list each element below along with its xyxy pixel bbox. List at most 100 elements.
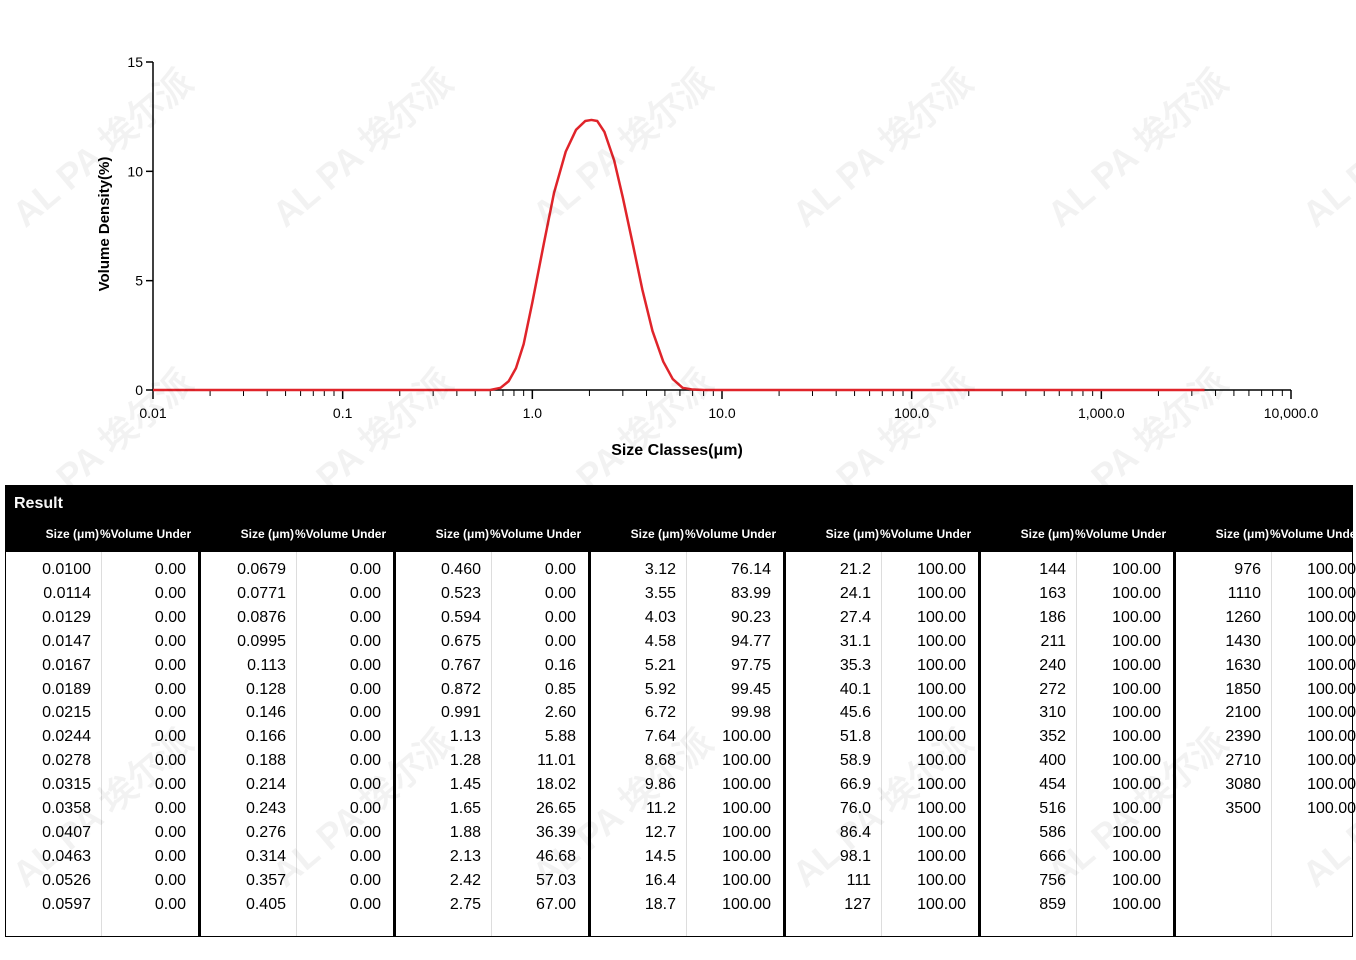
size-cell: 0.0244	[42, 728, 91, 746]
volume-cell: 0.00	[349, 895, 381, 913]
volume-cell: 0.00	[544, 632, 576, 650]
result-group: 144 100.00 163 100.00 186 100.00 211 100.00 240 1…	[978, 552, 1176, 936]
size-cell: 0.166	[245, 728, 286, 746]
size-column-header: Size (μm)	[45, 527, 99, 541]
volume-cell: 100.00	[722, 776, 771, 794]
size-cell: 58.9	[839, 752, 871, 770]
size-cell: 0.214	[245, 776, 286, 794]
volume-cell: 90.23	[730, 608, 771, 626]
volume-cell: 0.00	[349, 800, 381, 817]
size-cell: 21.2	[839, 561, 871, 578]
size-cell: 0.767	[440, 656, 481, 674]
size-cell: 2.75	[449, 895, 481, 913]
size-cell: 0.0189	[42, 680, 91, 698]
size-cell: 3.12	[644, 561, 676, 578]
volume-cell: 67.00	[535, 895, 576, 913]
volume-column-header: %Volume Under	[685, 527, 777, 541]
size-cell: 0.0771	[237, 584, 286, 602]
size-cell: 1.65	[449, 800, 481, 817]
size-cell: 0.146	[245, 704, 286, 722]
volume-cell: 0.00	[349, 632, 381, 650]
volume-cell: 99.45	[730, 680, 771, 698]
volume-cell: 0.00	[349, 871, 381, 889]
size-cell: 0.0876	[237, 608, 286, 626]
size-cell: 0.460	[440, 561, 481, 578]
volume-cell: 99.98	[730, 704, 771, 722]
size-cell: 7.64	[644, 728, 676, 746]
size-cell: 211	[1040, 632, 1066, 650]
volume-cell: 0.00	[349, 752, 381, 770]
volume-cell: 0.00	[349, 561, 381, 578]
volume-cell: 97.75	[730, 656, 771, 674]
volume-cell: 0.00	[349, 680, 381, 698]
size-cell: 0.243	[245, 800, 286, 817]
size-cell: 0.0315	[42, 776, 91, 794]
volume-cell: 100.00	[1307, 632, 1356, 650]
volume-cell: 100.00	[1112, 704, 1161, 722]
size-column-header: Size (μm)	[435, 527, 489, 541]
size-cell: 40.1	[839, 680, 871, 698]
result-group: 21.2 100.00 24.1 100.00 27.4 100.00 31.1 100.00…	[783, 552, 981, 936]
volume-column-header: %Volume Under	[1075, 527, 1167, 541]
volume-cell: 100.00	[917, 632, 966, 650]
result-table: Result Size (μm) %Volume Under Size (μm) %V…	[5, 485, 1356, 937]
volume-cell: 100.00	[1112, 584, 1161, 602]
size-cell: 400	[1039, 752, 1066, 770]
volume-cell: 100.00	[1307, 680, 1356, 698]
x-tick-label: 10.0	[708, 405, 735, 421]
volume-column-header: %Volume Under	[880, 527, 972, 541]
volume-cell: 57.03	[535, 871, 576, 889]
size-cell: 0.0407	[42, 823, 91, 841]
size-cell: 5.92	[644, 680, 676, 698]
volume-cell: 0.00	[154, 632, 186, 650]
y-tick-label: 15	[127, 54, 143, 70]
result-group: 0.0679 0.00 0.0771 0.00 0.0876 0.00 0.0995 0.00…	[198, 552, 396, 936]
size-cell: 18.7	[644, 895, 676, 913]
volume-cell: 100.00	[1307, 800, 1356, 817]
size-cell: 666	[1039, 847, 1066, 865]
volume-cell: 0.16	[544, 656, 576, 674]
volume-cell: 100.00	[917, 752, 966, 770]
size-cell: 186	[1039, 608, 1066, 626]
size-column-header: Size (μm)	[240, 527, 294, 541]
volume-cell: 100.00	[1112, 561, 1161, 578]
x-tick-label: 10,000.0	[1264, 405, 1319, 421]
size-cell: 0.188	[245, 752, 286, 770]
volume-cell: 100.00	[1307, 608, 1356, 626]
volume-cell: 100.00	[917, 847, 966, 865]
volume-cell: 100.00	[722, 871, 771, 889]
size-cell: 0.128	[245, 680, 286, 698]
volume-cell: 100.00	[1112, 656, 1161, 674]
volume-cell: 100.00	[1307, 728, 1356, 746]
y-axis-label: Volume Density(%)	[96, 157, 113, 292]
volume-cell: 11.01	[537, 752, 576, 770]
size-cell: 144	[1039, 561, 1066, 578]
volume-cell: 83.99	[730, 584, 771, 602]
size-cell: 1.88	[449, 823, 481, 841]
size-cell: 6.72	[644, 704, 676, 722]
size-cell: 310	[1039, 704, 1066, 722]
x-tick-label: 0.1	[333, 405, 353, 421]
volume-cell: 0.00	[154, 680, 186, 698]
volume-cell: 0.00	[349, 776, 381, 794]
volume-cell: 18.02	[535, 776, 576, 794]
size-column-header: Size (μm)	[1215, 527, 1269, 541]
size-cell: 0.0358	[42, 800, 91, 817]
x-tick-label: 0.01	[139, 405, 166, 421]
chart-axes	[152, 62, 1291, 391]
size-cell: 0.675	[440, 632, 481, 650]
y-tick-label: 0	[135, 382, 143, 398]
size-cell: 51.8	[839, 728, 871, 746]
size-cell: 3.55	[644, 584, 676, 602]
size-cell: 27.4	[839, 608, 871, 626]
size-cell: 9.86	[644, 776, 676, 794]
size-cell: 0.0215	[42, 704, 91, 722]
volume-cell: 100.00	[917, 823, 966, 841]
volume-column-header: %Volume Under	[490, 527, 582, 541]
volume-cell: 100.00	[722, 823, 771, 841]
volume-cell: 100.00	[722, 728, 771, 746]
y-tick-label: 5	[135, 273, 143, 289]
result-title: Result	[14, 495, 63, 512]
volume-cell: 0.00	[154, 800, 186, 817]
size-cell: 1430	[1225, 632, 1261, 650]
